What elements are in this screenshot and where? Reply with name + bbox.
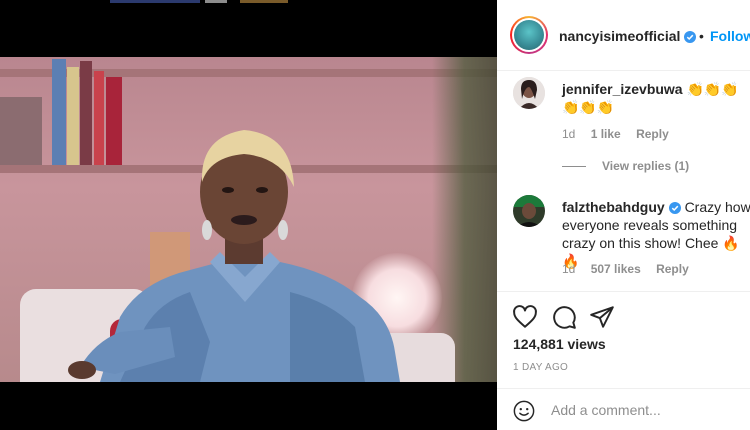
reply-button[interactable]: Reply xyxy=(656,262,689,276)
comment-meta: 1d 507 likes Reply xyxy=(562,262,701,276)
smiley-icon[interactable] xyxy=(513,400,535,422)
book xyxy=(0,97,42,165)
add-comment-input[interactable] xyxy=(551,399,741,421)
heart-icon[interactable] xyxy=(512,304,538,330)
commenter-username[interactable]: jennifer_izevbuwa xyxy=(562,81,683,97)
header-separator: • xyxy=(699,28,704,44)
view-replies-button[interactable]: View replies (1) xyxy=(562,159,689,173)
reply-button[interactable]: Reply xyxy=(636,127,669,141)
top-thumbnail-strip xyxy=(0,0,497,4)
follow-button[interactable]: Follow xyxy=(710,28,750,44)
view-count[interactable]: 124,881 views xyxy=(513,336,606,352)
author-avatar[interactable] xyxy=(510,16,548,54)
post-actions-bar xyxy=(497,291,750,341)
comment-icon[interactable] xyxy=(551,304,577,330)
commenter-avatar[interactable] xyxy=(513,195,545,227)
author-username[interactable]: nancyisimeofficial xyxy=(559,28,697,44)
post-side-panel: nancyisimeofficial • Follow jennifer_ize… xyxy=(497,0,750,430)
post-header: nancyisimeofficial • Follow xyxy=(497,0,750,71)
verified-badge-icon xyxy=(684,31,697,43)
comment-time: 1d xyxy=(562,262,576,276)
comment-likes[interactable]: 507 likes xyxy=(591,262,641,276)
video-player[interactable] xyxy=(0,57,497,382)
comment-likes[interactable]: 1 like xyxy=(591,127,621,141)
commenter-username[interactable]: falzthebahdguy xyxy=(562,199,665,215)
verified-badge-icon xyxy=(668,202,681,214)
post-timestamp[interactable]: 1 DAY AGO xyxy=(513,362,568,373)
add-comment-bar xyxy=(497,388,750,430)
paper-plane-icon[interactable] xyxy=(589,304,615,330)
video-pane xyxy=(0,0,497,430)
comment-meta: 1d 1 like Reply xyxy=(562,127,681,141)
commenter-avatar[interactable] xyxy=(513,77,545,109)
person-figure xyxy=(68,130,400,382)
comment-time: 1d xyxy=(562,127,576,141)
